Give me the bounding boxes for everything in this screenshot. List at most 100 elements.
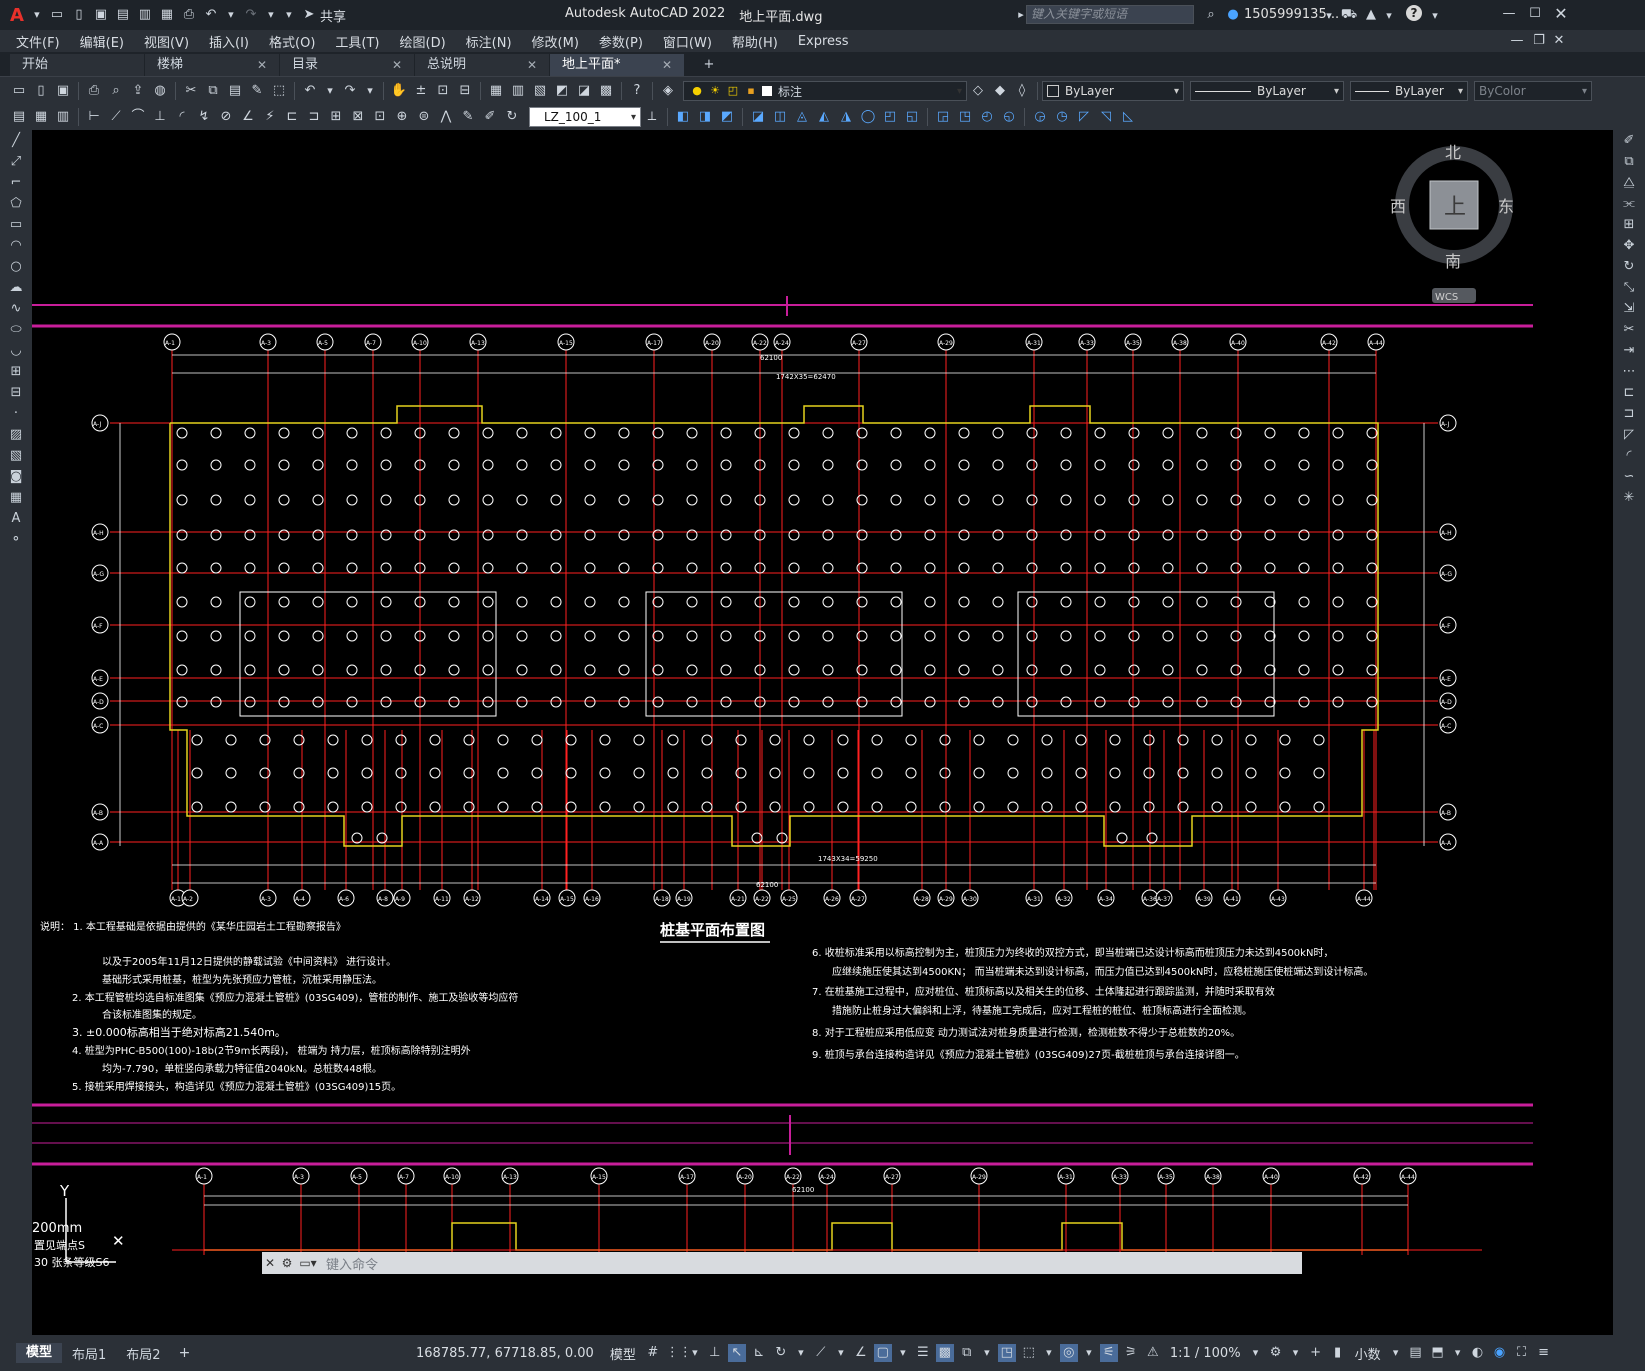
infer-constraints-icon[interactable]: ⊥ <box>706 1344 724 1362</box>
modify-3-icon[interactable]: ◩ <box>718 108 736 126</box>
viewcube-north-label[interactable]: 北 <box>1445 143 1461 162</box>
baseline-dim-icon[interactable]: ⊏ <box>283 108 301 126</box>
object-snap-icon[interactable]: ▢ <box>873 1344 892 1362</box>
scale-dropdown-icon[interactable]: ▾ <box>1249 1344 1263 1362</box>
user-dropdown-icon[interactable]: ▾ <box>1322 7 1336 25</box>
quick-dim-icon[interactable]: ⚡ <box>261 108 279 126</box>
dimstyle-manager-icon[interactable]: ⟂ <box>643 108 661 126</box>
help-icon[interactable]: ? <box>1406 5 1422 21</box>
dimstyle-dropdown[interactable]: LZ_100_1 ▾ <box>529 107 641 127</box>
redo-icon[interactable]: ↷ <box>242 6 260 24</box>
selection-dropdown-icon[interactable]: ▾ <box>980 1344 994 1362</box>
ortho-icon[interactable]: ⊾ <box>750 1344 768 1362</box>
open-file-icon[interactable]: ▯ <box>70 6 88 24</box>
units-icon[interactable]: ▮ <box>1329 1344 1347 1362</box>
design-center-icon[interactable]: ▥ <box>509 82 527 100</box>
ellipse-icon[interactable]: ⬭ <box>6 320 26 340</box>
tab-close-icon[interactable]: ✕ <box>257 54 267 76</box>
redo-dropdown-icon[interactable]: ▾ <box>363 82 377 100</box>
menu-parametric[interactable]: 参数(P) <box>589 32 653 51</box>
break-icon[interactable]: ⊏ <box>1619 383 1639 403</box>
dim-update-icon[interactable]: ↻ <box>503 108 521 126</box>
doc-restore-icon[interactable]: ❐ <box>1530 32 1548 50</box>
logo-dropdown-icon[interactable]: ▾ <box>30 6 44 24</box>
color-dropdown[interactable]: ByLayer ▾ <box>1042 81 1184 101</box>
cut-icon[interactable]: ✂ <box>182 82 200 100</box>
tool-b-icon[interactable]: ▦ <box>32 108 50 126</box>
stretch-icon[interactable]: ⇲ <box>1619 299 1639 319</box>
dim-edit-icon[interactable]: ✎ <box>459 108 477 126</box>
menu-file[interactable]: 文件(F) <box>6 32 70 51</box>
redo-dropdown-icon[interactable]: ▾ <box>264 6 278 24</box>
tab-close-icon[interactable]: ✕ <box>527 54 537 76</box>
cart-icon[interactable]: ⛟ <box>1340 6 1358 24</box>
tool-palettes-icon[interactable]: ▧ <box>531 82 549 100</box>
join-icon[interactable]: ⊐ <box>1619 404 1639 424</box>
modify-7-icon[interactable]: ◭ <box>815 108 833 126</box>
dim-break-icon[interactable]: ⊠ <box>349 108 367 126</box>
polar-icon[interactable]: ↻ <box>772 1344 790 1362</box>
layout-tab-model[interactable]: 模型 <box>16 1343 63 1363</box>
move-icon[interactable]: ✥ <box>1619 236 1639 256</box>
modify-13-icon[interactable]: ◳ <box>956 108 974 126</box>
annotation-scale-icon[interactable]: ⚠ <box>1144 1344 1162 1362</box>
revcloud-icon[interactable]: ☁ <box>6 278 26 298</box>
doc-close-icon[interactable]: ✕ <box>1550 32 1568 50</box>
close-icon[interactable]: ✕ <box>1552 5 1570 23</box>
copy-object-icon[interactable]: ⧉ <box>1619 152 1639 172</box>
layer-state-icon[interactable]: ◊ <box>1013 82 1031 100</box>
grid-icon[interactable]: # <box>644 1344 662 1362</box>
viewcube-west-label[interactable]: 西 <box>1390 197 1406 216</box>
modify-18-icon[interactable]: ◸ <box>1075 108 1093 126</box>
menu-window[interactable]: 窗口(W) <box>653 32 722 51</box>
zoom-window-icon[interactable]: ⊡ <box>434 82 452 100</box>
match-prop-icon[interactable]: ✎ <box>248 82 266 100</box>
undo-dropdown-icon[interactable]: ▾ <box>224 6 238 24</box>
offset-icon[interactable]: ⫘ <box>1619 194 1639 214</box>
redo-icon[interactable]: ↷ <box>341 82 359 100</box>
share-label[interactable]: 共享 <box>320 6 346 25</box>
help-small-icon[interactable]: ? <box>628 82 646 100</box>
extend-icon[interactable]: ⇥ <box>1619 341 1639 361</box>
tool-a-icon[interactable]: ▤ <box>10 108 28 126</box>
snap-dropdown-icon[interactable]: ▾ <box>688 1344 702 1362</box>
model-space-toggle[interactable]: 模型 <box>604 1344 642 1363</box>
modify-4-icon[interactable]: ◪ <box>749 108 767 126</box>
a360-dropdown-icon[interactable]: ▾ <box>1382 7 1396 25</box>
table-icon[interactable]: ▦ <box>6 488 26 508</box>
undo-icon[interactable]: ↶ <box>202 6 220 24</box>
workspace-gear-icon[interactable]: ⚙ <box>1267 1344 1285 1362</box>
modify-6-icon[interactable]: ◬ <box>793 108 811 126</box>
save-icon[interactable]: ▣ <box>92 6 110 24</box>
ucs-dropdown-icon[interactable]: ▾ <box>1042 1344 1056 1362</box>
scale-icon[interactable]: ⤡ <box>1619 278 1639 298</box>
clean-screen-icon[interactable]: ⛶ <box>1513 1344 1531 1362</box>
trim-icon[interactable]: ✂ <box>1619 320 1639 340</box>
mirror-icon[interactable]: ⧋ <box>1619 173 1639 193</box>
plot-icon[interactable]: ⎙ <box>85 82 103 100</box>
explode-icon[interactable]: ✳ <box>1619 488 1639 508</box>
quick-properties-icon[interactable]: ▤ <box>1407 1344 1425 1362</box>
jogged-dim-icon[interactable]: ↯ <box>195 108 213 126</box>
menu-help[interactable]: 帮助(H) <box>722 32 788 51</box>
menu-draw[interactable]: 绘图(D) <box>390 32 456 51</box>
circle-icon[interactable]: ○ <box>6 257 26 277</box>
polygon-icon[interactable]: ⬠ <box>6 194 26 214</box>
radius-dim-icon[interactable]: ◜ <box>173 108 191 126</box>
add-layout-button[interactable]: + <box>171 1345 199 1361</box>
gizmo-dropdown-icon[interactable]: ▾ <box>1082 1344 1096 1362</box>
copy-icon[interactable]: ⧉ <box>204 82 222 100</box>
menu-tools[interactable]: 工具(T) <box>325 32 389 51</box>
modify-10-icon[interactable]: ◰ <box>881 108 899 126</box>
annotation-monitor-icon[interactable]: + <box>1307 1344 1325 1362</box>
graphics-perf-icon[interactable]: ◉ <box>1491 1344 1509 1362</box>
viewcube-south-label[interactable]: 南 <box>1445 252 1461 271</box>
continue-dim-icon[interactable]: ⊐ <box>305 108 323 126</box>
doc-minimize-icon[interactable]: — <box>1508 32 1526 50</box>
blend-icon[interactable]: ∽ <box>1619 467 1639 487</box>
chamfer-icon[interactable]: ◸ <box>1619 425 1639 445</box>
break-point-icon[interactable]: ⋯ <box>1619 362 1639 382</box>
qnew-icon[interactable]: ▭ <box>10 82 28 100</box>
ordinate-dim-icon[interactable]: ⊥ <box>151 108 169 126</box>
maximize-icon[interactable]: ☐ <box>1526 5 1544 23</box>
